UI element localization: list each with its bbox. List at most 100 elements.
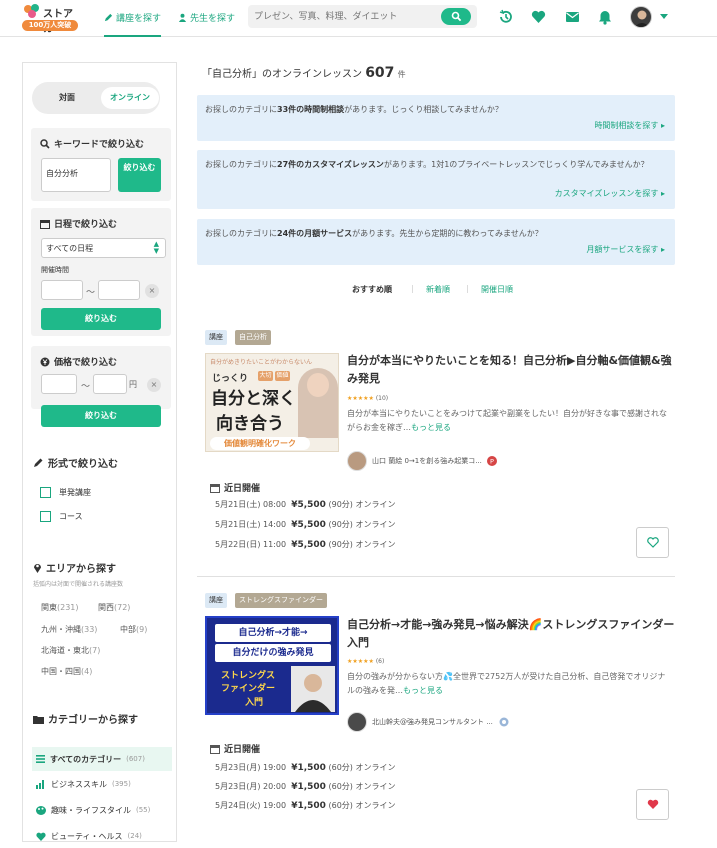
upcoming-title: 近日開催	[210, 481, 260, 494]
schedule-row[interactable]: 5月24日(火) 19:00 ¥1,500 (60分) オンライン	[215, 800, 395, 811]
svg-text:P: P	[490, 457, 494, 465]
area-link-hokkaido[interactable]: 北海道・東北(7)	[41, 645, 100, 656]
schedule-row[interactable]: 5月22日(日) 11:00 ¥5,500 (90分) オンライン	[215, 539, 395, 550]
time-tilde: 〜	[86, 288, 96, 298]
date-select[interactable]: すべての日程 ▲ ▼	[41, 238, 166, 258]
thumb-caption: 自分がめきりたいことがわからないん	[210, 359, 313, 366]
schedule-price: ¥1,500	[291, 801, 326, 811]
area-name: 中国・四国	[41, 667, 81, 676]
format-single-label: 単発講座	[59, 488, 91, 497]
format-single-checkbox[interactable]: 単発講座	[40, 487, 91, 498]
user-avatar[interactable]	[630, 6, 652, 28]
favorite-button[interactable]	[636, 789, 669, 820]
nav-find-lesson[interactable]: 講座を探す	[104, 0, 162, 37]
toggle-online[interactable]: オンライン	[101, 87, 159, 109]
lesson-thumbnail[interactable]: 自分がめきりたいことがわからないん じっくり 大切 価値 自分と深く 向き合う …	[205, 353, 339, 452]
banner-bold: 時間制相談	[304, 105, 345, 114]
read-more-link[interactable]: もっと見る	[403, 686, 443, 695]
banner-pre: お探しのカテゴリに	[205, 105, 277, 114]
category-name: ビューティ・ヘルス	[51, 831, 123, 841]
banner-link[interactable]: 時間制相談を探す ▸	[594, 120, 665, 131]
area-count: (231)	[57, 603, 79, 612]
banner-post: があります。先生から定期的に教わってみませんか？	[352, 229, 543, 238]
category-beauty[interactable]: ビューティ・ヘルス (24)	[32, 824, 172, 848]
schedule-minutes: (60分)	[328, 801, 353, 810]
area-link-kyushu[interactable]: 九州・沖縄(33)	[41, 624, 97, 635]
schedule-price: ¥5,500	[291, 500, 326, 510]
site-logo[interactable]: ストアカ 100万人突破	[22, 3, 80, 35]
sort-recommended[interactable]: おすすめ順	[352, 284, 392, 295]
area-link-chubu[interactable]: 中部(9)	[120, 624, 147, 635]
schedule-online: オンライン	[355, 500, 396, 509]
price-submit-button[interactable]: 絞り込む	[41, 405, 161, 427]
teacher-info[interactable]: 北山幹夫@強み発見コンサルタント ...	[347, 712, 510, 732]
area-link-kansai[interactable]: 関西(72)	[98, 602, 130, 613]
schedule-date: 5月21日(土) 08:00	[215, 500, 287, 509]
area-link-kanto[interactable]: 関東(231)	[41, 602, 79, 613]
teacher-info[interactable]: 山口 蘭絵 0→1を創る強み起業コ... P	[347, 451, 497, 471]
category-hobby[interactable]: 趣味・ライフスタイル (55)	[32, 798, 172, 822]
banner-link[interactable]: 月額サービスを探す ▸	[586, 244, 665, 255]
history-icon[interactable]	[497, 8, 515, 26]
top-header: ストアカ 100万人突破 講座を探す 先生を探す	[0, 0, 717, 37]
category-business[interactable]: ビジネススキル (395)	[32, 772, 172, 796]
results-count: 607	[365, 65, 395, 81]
search-input[interactable]	[254, 9, 434, 24]
schedule-online: オンライン	[355, 801, 396, 810]
upcoming-label: 近日開催	[224, 745, 261, 755]
lesson-category-badge[interactable]: 自己分析	[235, 330, 271, 345]
price-min-input[interactable]	[41, 374, 77, 394]
mail-icon[interactable]	[563, 8, 581, 26]
thumb-person-face	[307, 373, 329, 397]
search-bar	[248, 5, 477, 28]
chevron-down-icon[interactable]	[660, 14, 668, 19]
search-button[interactable]	[441, 8, 471, 25]
thumb-headline: 自己分析→才能→	[215, 624, 331, 642]
lesson-title[interactable]: 自分が本当にやりたいことを知る！自己分析▶自分軸&価値観&強み発見	[347, 352, 677, 388]
heart-icon[interactable]	[529, 8, 547, 26]
sort-newest[interactable]: 新着順	[426, 284, 450, 295]
bell-icon[interactable]	[596, 8, 614, 26]
updown-arrow-icon: ▲ ▼	[153, 240, 159, 255]
format-course-checkbox[interactable]: コース	[40, 511, 83, 522]
schedule-minutes: (90分)	[328, 540, 353, 549]
schedule-row[interactable]: 5月21日(土) 08:00 ¥5,500 (90分) オンライン	[215, 499, 395, 510]
category-count: (24)	[127, 832, 142, 840]
sort-date[interactable]: 開催日順	[481, 284, 513, 295]
results-count-unit: 件	[397, 70, 406, 79]
keyword-filter-title: キーワードで絞り込む	[40, 137, 144, 150]
stars: ★★★★★	[347, 658, 374, 665]
price-unit: 円	[129, 380, 137, 389]
read-more-link[interactable]: もっと見る	[411, 423, 451, 432]
nav-find-teacher[interactable]: 先生を探す	[178, 0, 235, 35]
banner-link[interactable]: カスタマイズレッスンを探す ▸	[555, 188, 665, 199]
time-label: 開催時間	[41, 266, 69, 274]
toggle-offline[interactable]: 対面	[38, 87, 96, 109]
schedule-minutes: (60分)	[328, 763, 353, 772]
category-all[interactable]: すべてのカテゴリー (607)	[32, 747, 172, 771]
time-from-input[interactable]	[41, 280, 83, 300]
area-link-chugoku[interactable]: 中国・四国(4)	[41, 666, 92, 677]
banner-post: があります。1対1のプライベートレッスンでじっくり学んでみませんか？	[383, 160, 649, 169]
price-max-input[interactable]	[93, 374, 127, 394]
format-section-label: 形式で絞り込む	[48, 459, 118, 470]
category-count: (55)	[136, 806, 151, 814]
date-select-value: すべての日程	[46, 244, 94, 253]
banner-consultation: お探しのカテゴリに33件の時間制相談があります。じっくり相談してみませんか？ 時…	[197, 95, 675, 141]
schedule-row[interactable]: 5月23日(月) 19:00 ¥1,500 (60分) オンライン	[215, 762, 395, 773]
schedule-online: オンライン	[355, 782, 396, 791]
favorite-button[interactable]	[636, 527, 669, 558]
lesson-title[interactable]: 自己分析→才能→強み発見→悩み解決🌈ストレングスファインダー入門	[347, 616, 677, 652]
category-count: (607)	[126, 755, 145, 763]
clear-price-icon[interactable]: ×	[147, 378, 161, 392]
keyword-input[interactable]: 自分分析	[41, 158, 111, 192]
clear-time-icon[interactable]: ×	[145, 284, 159, 298]
schedule-row[interactable]: 5月21日(土) 14:00 ¥5,500 (90分) オンライン	[215, 519, 395, 530]
lesson-thumbnail[interactable]: 自己分析→才能→ 自分だけの強み発見 ストレングス ファインダー 入門	[205, 616, 339, 715]
date-submit-button[interactable]: 絞り込む	[41, 308, 161, 330]
schedule-row[interactable]: 5月23日(月) 20:00 ¥1,500 (60分) オンライン	[215, 781, 395, 792]
stars: ★★★★★	[347, 395, 374, 402]
lesson-category-badge[interactable]: ストレングスファインダー	[235, 593, 327, 608]
keyword-submit-button[interactable]: 絞り込む	[118, 158, 161, 192]
time-to-input[interactable]	[98, 280, 140, 300]
